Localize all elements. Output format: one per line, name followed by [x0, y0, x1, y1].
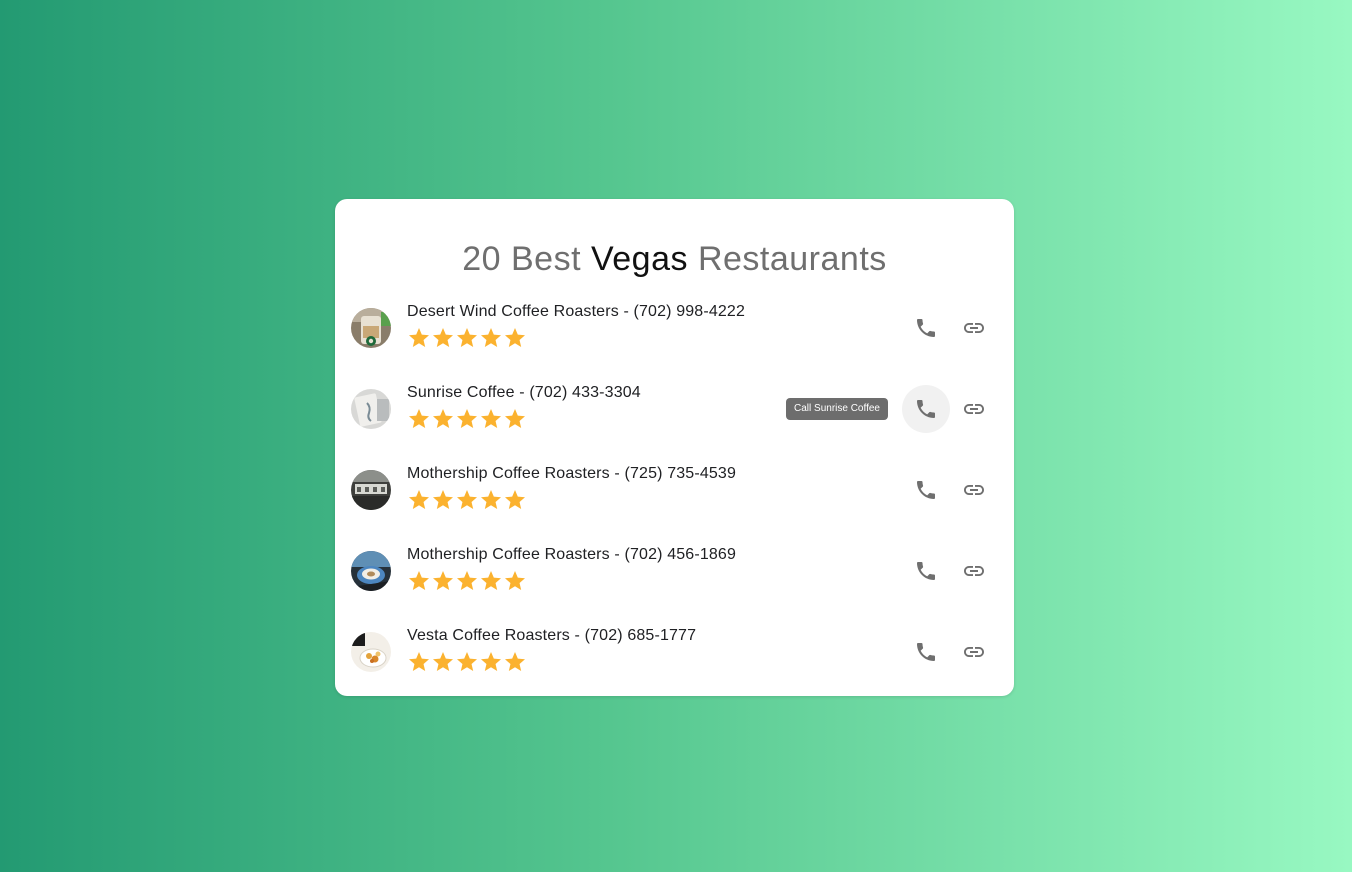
star-icon [505, 409, 525, 428]
list-item: Mothership Coffee Roasters - (702) 456-1… [335, 530, 1014, 611]
avatar [351, 551, 391, 591]
restaurant-name-line: Mothership Coffee Roasters - (702) 456-1… [407, 546, 737, 563]
phone-icon [917, 400, 935, 418]
list-item: Sunrise Coffee - (702) 433-3304 Call Sun… [335, 368, 1014, 449]
title-accent: Vegas [590, 240, 688, 278]
star-icon [505, 571, 525, 590]
restaurant-name: Sunrise Coffee [407, 384, 515, 401]
star-icon [505, 490, 525, 509]
star-icon [409, 490, 429, 509]
list-item: Mothership Coffee Roasters - (725) 735-4… [335, 449, 1014, 530]
star-icon [481, 328, 501, 347]
star-rating [407, 650, 527, 674]
avatar [351, 308, 391, 348]
avatar [351, 470, 391, 510]
star-icon [433, 328, 453, 347]
title-suffix: Restaurants [688, 240, 887, 278]
star-icon [433, 409, 453, 428]
star-rating [407, 326, 527, 350]
website-link-button[interactable] [950, 304, 998, 352]
call-button[interactable] [902, 628, 950, 676]
star-icon [457, 490, 477, 509]
call-button[interactable] [902, 547, 950, 595]
restaurant-phone: (702) 433-3304 [529, 384, 641, 401]
restaurant-phone: (725) 735-4539 [624, 465, 737, 482]
star-icon [433, 571, 453, 590]
call-button[interactable] [902, 304, 950, 352]
star-icon [409, 409, 429, 428]
star-icon [409, 328, 429, 347]
list-item: Vesta Coffee Roasters - (702) 685-1777 [335, 611, 1014, 692]
phone-icon [917, 562, 935, 580]
restaurant-name: Vesta Coffee Roasters [407, 627, 570, 644]
phone-icon [917, 643, 935, 661]
restaurant-name-line: Sunrise Coffee - (702) 433-3304 [407, 384, 641, 401]
link-icon [964, 404, 984, 414]
restaurant-phone: (702) 685-1777 [584, 627, 697, 644]
star-icon [409, 652, 429, 671]
link-icon [964, 485, 984, 495]
restaurant-name: Mothership Coffee Roasters [407, 546, 610, 563]
link-icon [964, 566, 984, 576]
restaurant-name: Desert Wind Coffee Roasters [407, 303, 619, 320]
star-icon [433, 652, 453, 671]
star-rating [407, 407, 527, 431]
website-link-button[interactable] [950, 385, 998, 433]
star-icon [457, 409, 477, 428]
avatar [351, 632, 391, 672]
star-icon [481, 490, 501, 509]
website-link-button[interactable] [950, 547, 998, 595]
restaurant-phone: (702) 456-1869 [624, 546, 737, 563]
star-icon [409, 571, 429, 590]
star-icon [505, 652, 525, 671]
phone-icon [917, 481, 935, 499]
star-icon [505, 328, 525, 347]
restaurant-list: Desert Wind Coffee Roasters - (702) 998-… [335, 287, 1014, 692]
restaurant-phone: (702) 998-4222 [633, 303, 746, 320]
call-button[interactable] [902, 466, 950, 514]
star-icon [457, 571, 477, 590]
star-icon [481, 409, 501, 428]
restaurant-name-line: Vesta Coffee Roasters - (702) 685-1777 [407, 627, 697, 644]
phone-icon [917, 319, 935, 337]
card-title: 20 Best Vegas Restaurants [335, 237, 1014, 281]
star-icon [457, 652, 477, 671]
star-rating [407, 569, 527, 593]
restaurant-name-line: Desert Wind Coffee Roasters - (702) 998-… [407, 303, 746, 320]
call-tooltip: Call Sunrise Coffee [786, 398, 888, 420]
list-item: Desert Wind Coffee Roasters - (702) 998-… [335, 287, 1014, 368]
star-icon [457, 328, 477, 347]
star-icon [481, 571, 501, 590]
restaurant-name: Mothership Coffee Roasters [407, 465, 610, 482]
restaurant-name-line: Mothership Coffee Roasters - (725) 735-4… [407, 465, 737, 482]
avatar [351, 389, 391, 429]
star-icon [481, 652, 501, 671]
website-link-button[interactable] [950, 466, 998, 514]
call-button[interactable] [902, 385, 950, 433]
title-prefix: 20 Best [462, 240, 591, 278]
website-link-button[interactable] [950, 628, 998, 676]
star-icon [433, 490, 453, 509]
link-icon [964, 647, 984, 657]
star-rating [407, 488, 527, 512]
link-icon [964, 323, 984, 333]
restaurant-card: 20 Best Vegas Restaurants Desert Wind Co… [335, 199, 1014, 696]
